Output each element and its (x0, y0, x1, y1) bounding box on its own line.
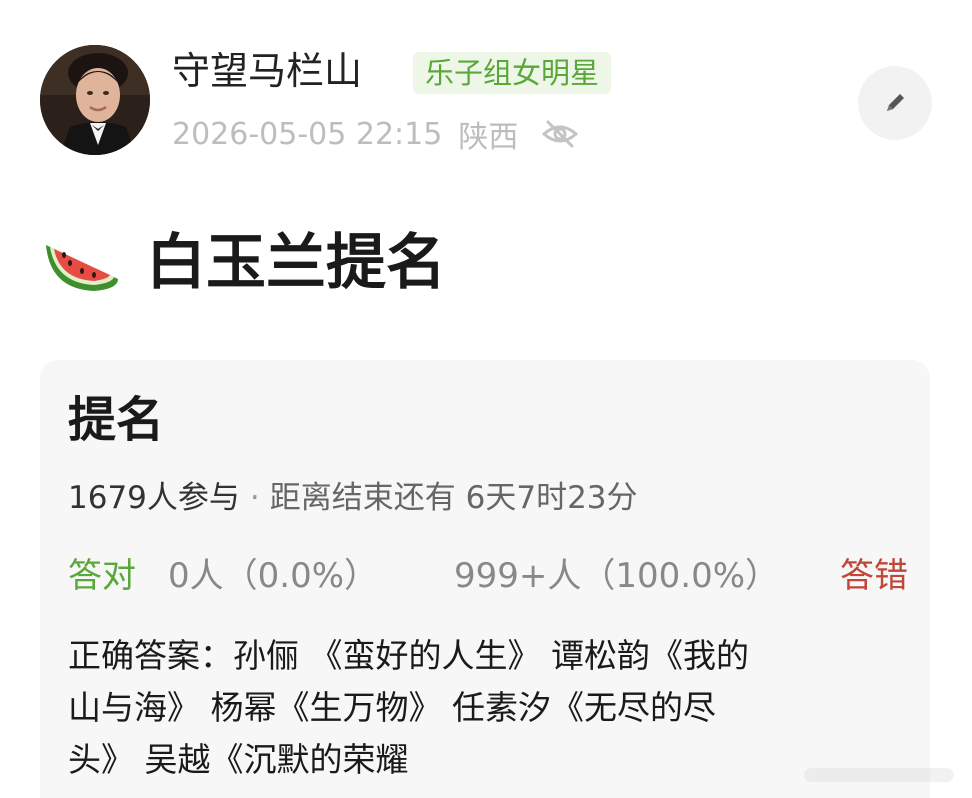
post-title: 白玉兰提名 (146, 227, 446, 298)
avatar[interactable] (40, 45, 150, 155)
post-meta: 2026-05-05 22:15 陕西 (172, 112, 580, 156)
post-page: 守望马栏山 乐子组女明星 2026-05-05 22:15 陕西 白玉兰提名 提… (0, 0, 972, 798)
post-location: 陕西 (458, 120, 519, 155)
quiz-stats: 1679人参与 · 距离结束还有 6天7时23分 (68, 476, 638, 520)
watermelon-icon (46, 245, 118, 291)
username[interactable]: 守望马栏山 (172, 46, 362, 96)
answer-line: 正确答案：孙俪 《蛮好的人生》 谭松韵《我的 (68, 636, 749, 675)
time-remaining: 距离结束还有 6天7时23分 (269, 480, 638, 516)
stats-separator: · (249, 480, 260, 516)
wrong-count: 999+人（100.0%） (454, 556, 780, 596)
correct-label: 答对 (68, 556, 136, 596)
watermark-logo (804, 768, 954, 782)
quiz-title: 提名 (68, 392, 165, 448)
quiz-card[interactable]: 提名 1679人参与 · 距离结束还有 6天7时23分 答对 0人（0.0%） 99… (40, 360, 930, 798)
correct-answer: 正确答案：孙俪 《蛮好的人生》 谭松韵《我的 山与海》 杨幂《生万物》 任素汐《… (68, 630, 908, 786)
post-title-row: 白玉兰提名 (40, 212, 446, 302)
correct-count: 0人（0.0%） (168, 556, 379, 596)
answer-line: 山与海》 杨幂《生万物》 任素汐《无尽的尽 (68, 688, 716, 727)
user-badge[interactable]: 乐子组女明星 (413, 52, 612, 94)
pencil-icon (887, 94, 904, 111)
edit-button[interactable] (858, 66, 932, 140)
avatar-image (40, 45, 150, 155)
post-timestamp: 2026-05-05 22:15 (172, 116, 443, 152)
eye-off-icon[interactable] (540, 114, 580, 154)
wrong-label: 答错 (840, 556, 908, 596)
answer-line: 头》 吴越《沉默的荣耀 (68, 740, 409, 779)
result-row: 答对 0人（0.0%） 999+人（100.0%） 答错 (68, 552, 908, 600)
participant-count: 1679人参与 (68, 480, 240, 516)
